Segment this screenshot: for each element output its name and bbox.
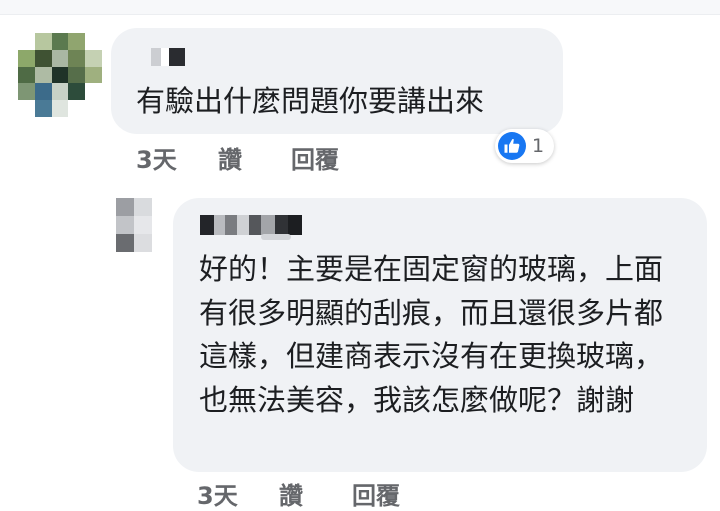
- redaction-smudge: [261, 234, 291, 240]
- like-button[interactable]: 讚: [218, 140, 291, 175]
- comment-bubble: 有驗出什麼問題你要講出來: [111, 28, 563, 134]
- reaction-badge[interactable]: 1: [495, 129, 555, 163]
- comment-text: 好的！主要是在固定窗的玻璃，上面有很多明顯的刮痕，而且還很多片都這樣，但建商表示…: [199, 252, 664, 417]
- previous-content-edge: [0, 0, 720, 15]
- avatar[interactable]: [116, 198, 152, 252]
- author-name-redacted[interactable]: [200, 215, 302, 235]
- comment-text: 有驗出什麼問題你要講出來: [136, 84, 485, 118]
- comment-timestamp[interactable]: 3天: [136, 140, 218, 175]
- reaction-count: 1: [532, 135, 545, 157]
- like-button[interactable]: 讚: [279, 476, 352, 511]
- reply-button[interactable]: 回覆: [352, 476, 400, 511]
- comment-actions: 3天 讚 回覆: [136, 140, 339, 175]
- comment-bubble: 好的！主要是在固定窗的玻璃，上面有很多明顯的刮痕，而且還很多片都這樣，但建商表示…: [173, 198, 707, 472]
- reply-button[interactable]: 回覆: [291, 140, 339, 175]
- comment-actions: 3天 讚 回覆: [197, 476, 400, 511]
- avatar[interactable]: [18, 33, 102, 117]
- comment-timestamp[interactable]: 3天: [197, 476, 279, 511]
- thumbs-up-icon: [498, 132, 526, 160]
- author-name-redacted[interactable]: [151, 48, 185, 66]
